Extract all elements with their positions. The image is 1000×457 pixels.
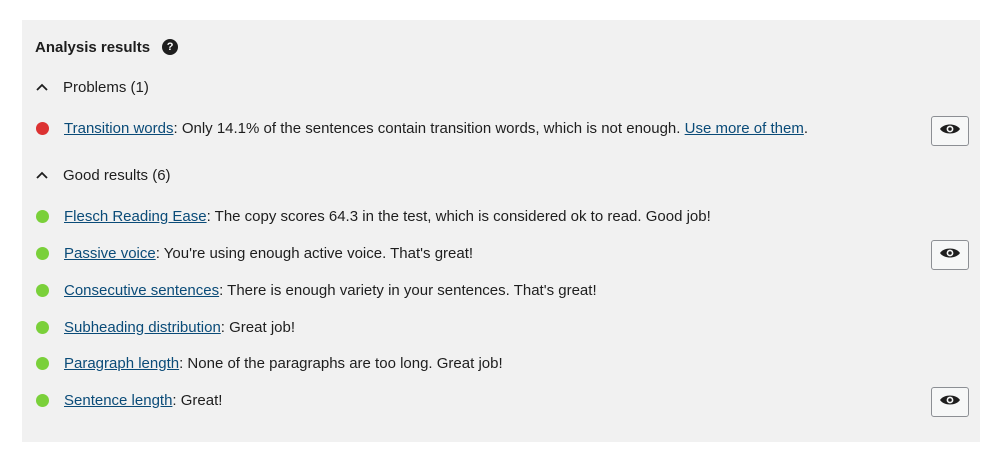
good-item-sentence-length: Sentence length : Great! xyxy=(36,389,222,411)
result-text: : There is enough variety in your senten… xyxy=(219,281,597,299)
passive-voice-eye-button[interactable] xyxy=(931,240,969,270)
good-bullet xyxy=(36,320,49,334)
problems-toggle[interactable]: Problems (1) xyxy=(35,76,149,98)
good-bullet xyxy=(36,393,49,407)
question-mark-icon[interactable]: ? xyxy=(162,39,179,55)
problem-item-transition-words: Transition words : Only 14.1% of the sen… xyxy=(36,117,808,139)
result-text-end: . xyxy=(803,119,809,137)
good-results-header: Good results (6) xyxy=(63,166,171,184)
panel-title: Analysis results xyxy=(35,38,151,56)
eye-icon xyxy=(939,122,961,141)
chevron-up-icon xyxy=(35,80,49,94)
result-text: : Only 14.1% of the sentences contain tr… xyxy=(173,119,685,137)
good-item-passive-voice: Passive voice : You're using enough acti… xyxy=(36,242,473,264)
chevron-up-icon xyxy=(35,168,49,182)
good-bullet xyxy=(36,356,49,370)
subheading-distribution-link[interactable]: Subheading distribution xyxy=(64,319,221,336)
good-item-consecutive-sentences: Consecutive sentences : There is enough … xyxy=(36,279,597,301)
good-results-toggle[interactable]: Good results (6) xyxy=(35,164,171,186)
good-item-flesch: Flesch Reading Ease : The copy scores 64… xyxy=(36,205,711,227)
good-item-paragraph-length: Paragraph length : None of the paragraph… xyxy=(36,352,503,374)
result-text: : Great! xyxy=(172,391,223,409)
result-text: : Great job! xyxy=(220,318,295,336)
problems-header: Problems (1) xyxy=(63,78,149,96)
passive-voice-link[interactable]: Passive voice xyxy=(64,245,156,262)
eye-icon xyxy=(939,246,961,265)
paragraph-length-link[interactable]: Paragraph length xyxy=(64,355,179,372)
eye-icon xyxy=(939,393,961,412)
panel-header: Analysis results ? xyxy=(35,36,179,58)
result-text: : You're using enough active voice. That… xyxy=(155,244,474,262)
analysis-results-panel: Analysis results ? Problems (1) Transiti… xyxy=(22,20,980,442)
good-bullet xyxy=(36,246,49,260)
flesch-reading-ease-link[interactable]: Flesch Reading Ease xyxy=(64,208,207,225)
problem-bullet xyxy=(36,121,49,135)
good-bullet xyxy=(36,283,49,297)
result-text: : The copy scores 64.3 in the test, whic… xyxy=(206,207,711,225)
sentence-length-link[interactable]: Sentence length xyxy=(64,392,172,409)
good-item-subheading-distribution: Subheading distribution : Great job! xyxy=(36,316,295,338)
transition-words-eye-button[interactable] xyxy=(931,116,969,146)
consecutive-sentences-link[interactable]: Consecutive sentences xyxy=(64,282,219,299)
result-text: : None of the paragraphs are too long. G… xyxy=(179,354,503,372)
transition-words-link[interactable]: Transition words xyxy=(64,120,173,137)
sentence-length-eye-button[interactable] xyxy=(931,387,969,417)
use-more-link[interactable]: Use more of them xyxy=(685,120,804,137)
good-bullet xyxy=(36,209,49,223)
